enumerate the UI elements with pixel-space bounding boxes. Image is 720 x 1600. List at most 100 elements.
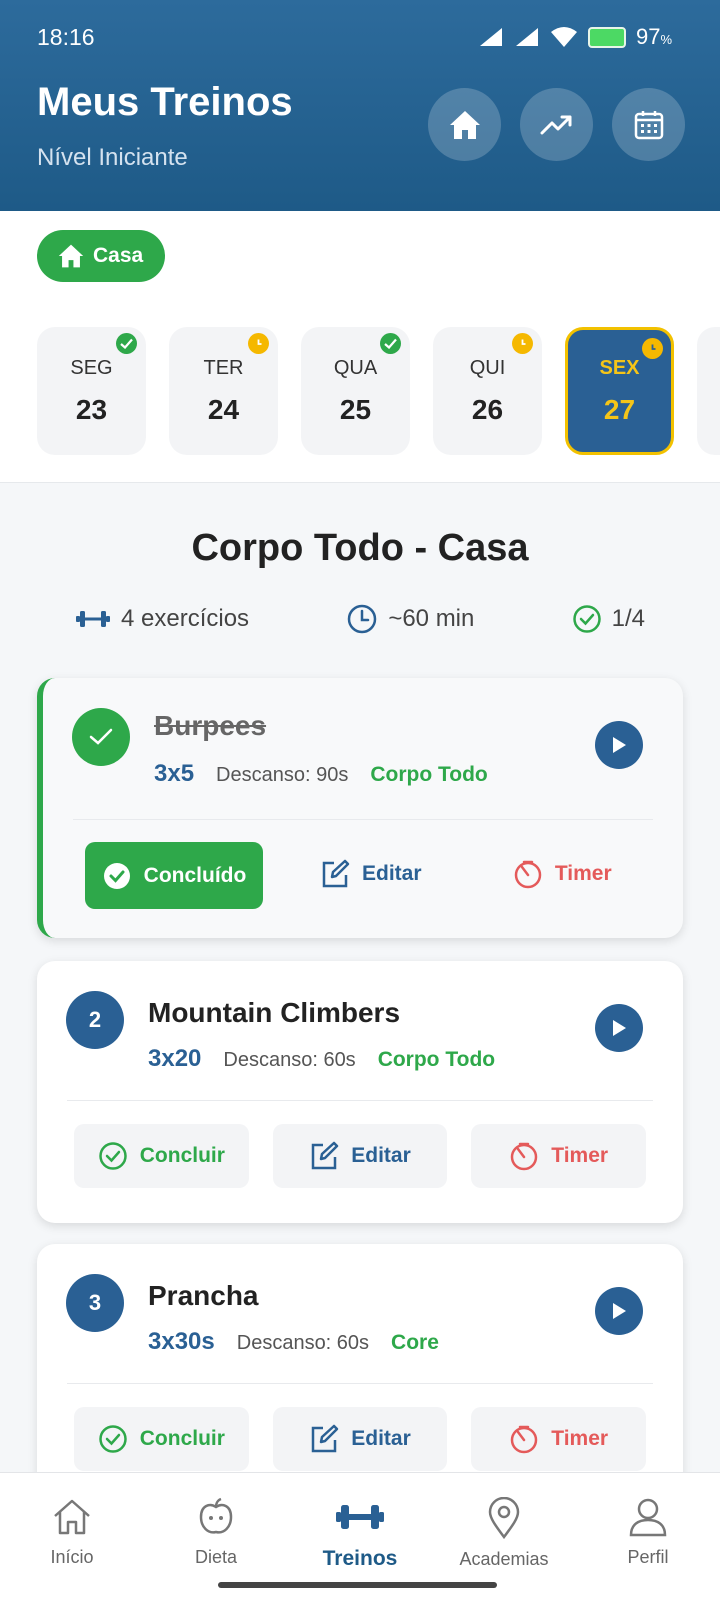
nav-item-treinos[interactable]: Treinos	[288, 1473, 432, 1600]
progress-button[interactable]	[520, 88, 593, 161]
bottom-navigation: Início Dieta Treinos Academias Perfil	[0, 1472, 720, 1600]
pending-badge	[248, 333, 269, 354]
complete-label: Concluído	[143, 863, 247, 887]
workout-stats: 4 exercícios ~60 min 1/4	[75, 603, 645, 635]
exercise-number: 2	[66, 991, 124, 1049]
workout-progress: 1/4	[611, 605, 645, 632]
check-icon	[384, 338, 397, 349]
day-next[interactable]	[697, 327, 720, 455]
nav-label: Perfil	[627, 1547, 669, 1567]
calendar-button[interactable]	[612, 88, 685, 161]
completed-badge	[116, 333, 137, 354]
exercise-name: Mountain Climbers	[148, 997, 401, 1028]
nav-label: Dieta	[194, 1547, 238, 1567]
clock-icon	[257, 339, 262, 345]
exercise-meta: 3x30s Descanso: 60s Core	[148, 1328, 439, 1356]
exercise-card: 2 Mountain Climbers 3x20 Descanso: 60s C…	[37, 961, 683, 1223]
edit-button[interactable]: Editar	[272, 1407, 448, 1471]
dumbbell-icon	[76, 611, 110, 627]
exercise-actions: Concluir Editar Timer	[74, 1407, 647, 1471]
battery-icon	[587, 26, 626, 48]
calendar-icon	[634, 110, 663, 139]
exercises-count: 4 exercícios	[121, 605, 250, 632]
location-chip[interactable]: Casa	[37, 230, 166, 282]
check-icon	[120, 338, 133, 349]
day-date: 26	[471, 393, 504, 425]
workout-title: Corpo Todo - Casa	[191, 527, 529, 569]
location-chip-label: Casa	[93, 244, 144, 267]
timer-button[interactable]: Timer	[471, 1124, 647, 1188]
card-divider	[67, 1100, 653, 1101]
nav-label: Academias	[459, 1549, 549, 1569]
stat-exercises: 4 exercícios	[75, 605, 249, 633]
workout-duration: ~60 min	[388, 605, 475, 632]
edit-label: Editar	[351, 1427, 411, 1450]
play-icon	[613, 737, 626, 753]
level-subtitle: Nível Iniciante	[37, 144, 188, 171]
timer-icon	[511, 1425, 538, 1454]
edit-button[interactable]: Editar	[272, 1124, 448, 1188]
edit-button[interactable]: Editar	[287, 842, 455, 906]
home-icon	[54, 1499, 90, 1535]
clock-icon	[348, 604, 377, 634]
exercise-name: Prancha	[148, 1280, 259, 1311]
exercise-meta: 3x5 Descanso: 90s Corpo Todo	[154, 760, 488, 788]
signal-icon	[515, 28, 538, 46]
exercise-meta: 3x20 Descanso: 60s Corpo Todo	[148, 1045, 495, 1073]
map-pin-icon	[488, 1497, 520, 1539]
check-circle-icon	[99, 1142, 127, 1170]
day-thu[interactable]: QUI 26	[433, 327, 542, 455]
status-time: 18:16	[37, 23, 95, 50]
nav-item-academias[interactable]: Academias	[432, 1473, 576, 1600]
day-name: QUI	[469, 356, 506, 379]
clock-icon	[521, 339, 526, 345]
nav-item-perfil[interactable]: Perfil	[576, 1473, 720, 1600]
timer-button[interactable]: Timer	[479, 842, 647, 906]
play-video-button[interactable]	[595, 1004, 643, 1052]
home-icon	[58, 244, 84, 268]
exercise-rest: Descanso: 90s	[216, 764, 349, 786]
card-divider	[73, 819, 653, 820]
card-divider	[67, 1383, 653, 1384]
pending-badge	[512, 333, 533, 354]
status-icons: 97%	[478, 24, 672, 50]
trending-up-icon	[540, 115, 571, 134]
complete-label: Concluir	[139, 1427, 225, 1450]
day-name: QUA	[333, 356, 378, 379]
day-name: SEG	[70, 356, 113, 379]
edit-label: Editar	[351, 1144, 411, 1167]
nav-item-inicio[interactable]: Início	[0, 1473, 144, 1600]
day-date: 25	[339, 393, 372, 425]
day-mon[interactable]: SEG 23	[37, 327, 146, 455]
day-tue[interactable]: TER 24	[169, 327, 278, 455]
timer-icon	[514, 860, 542, 889]
complete-button[interactable]: Concluído	[85, 842, 263, 909]
exercise-sets: 3x5	[154, 760, 195, 787]
play-video-button[interactable]	[595, 721, 643, 769]
exercise-actions: Concluir Editar Timer	[74, 1124, 647, 1188]
play-video-button[interactable]	[595, 1287, 643, 1335]
nav-label: Início	[50, 1547, 94, 1567]
check-circle-icon	[572, 605, 601, 633]
complete-button[interactable]: Concluir	[74, 1407, 249, 1471]
edit-icon	[322, 859, 350, 888]
exercise-rest: Descanso: 60s	[223, 1049, 356, 1071]
timer-button[interactable]: Timer	[471, 1407, 647, 1471]
exercise-card: Burpees 3x5 Descanso: 90s Corpo Todo Con…	[37, 678, 683, 938]
exercise-name: Burpees	[154, 710, 267, 741]
nav-item-dieta[interactable]: Dieta	[144, 1473, 288, 1600]
day-wed[interactable]: QUA 25	[301, 327, 410, 455]
day-date: 24	[207, 393, 240, 425]
day-fri[interactable]: SEX 27	[565, 327, 674, 455]
home-icon	[449, 110, 480, 139]
muscle-group: Corpo Todo	[370, 763, 488, 786]
clock-icon	[651, 344, 656, 350]
edit-icon	[312, 1424, 339, 1453]
complete-button[interactable]: Concluir	[74, 1124, 249, 1188]
exercise-actions: Concluído Editar Timer	[85, 842, 646, 909]
stat-duration: ~60 min	[346, 603, 474, 635]
week-day-selector: SEG 23 TER 24 QUA 25 QUI 26 SEX 27	[37, 327, 720, 455]
completed-badge	[380, 333, 401, 354]
day-name: SEX	[599, 356, 640, 379]
home-button[interactable]	[428, 88, 501, 161]
